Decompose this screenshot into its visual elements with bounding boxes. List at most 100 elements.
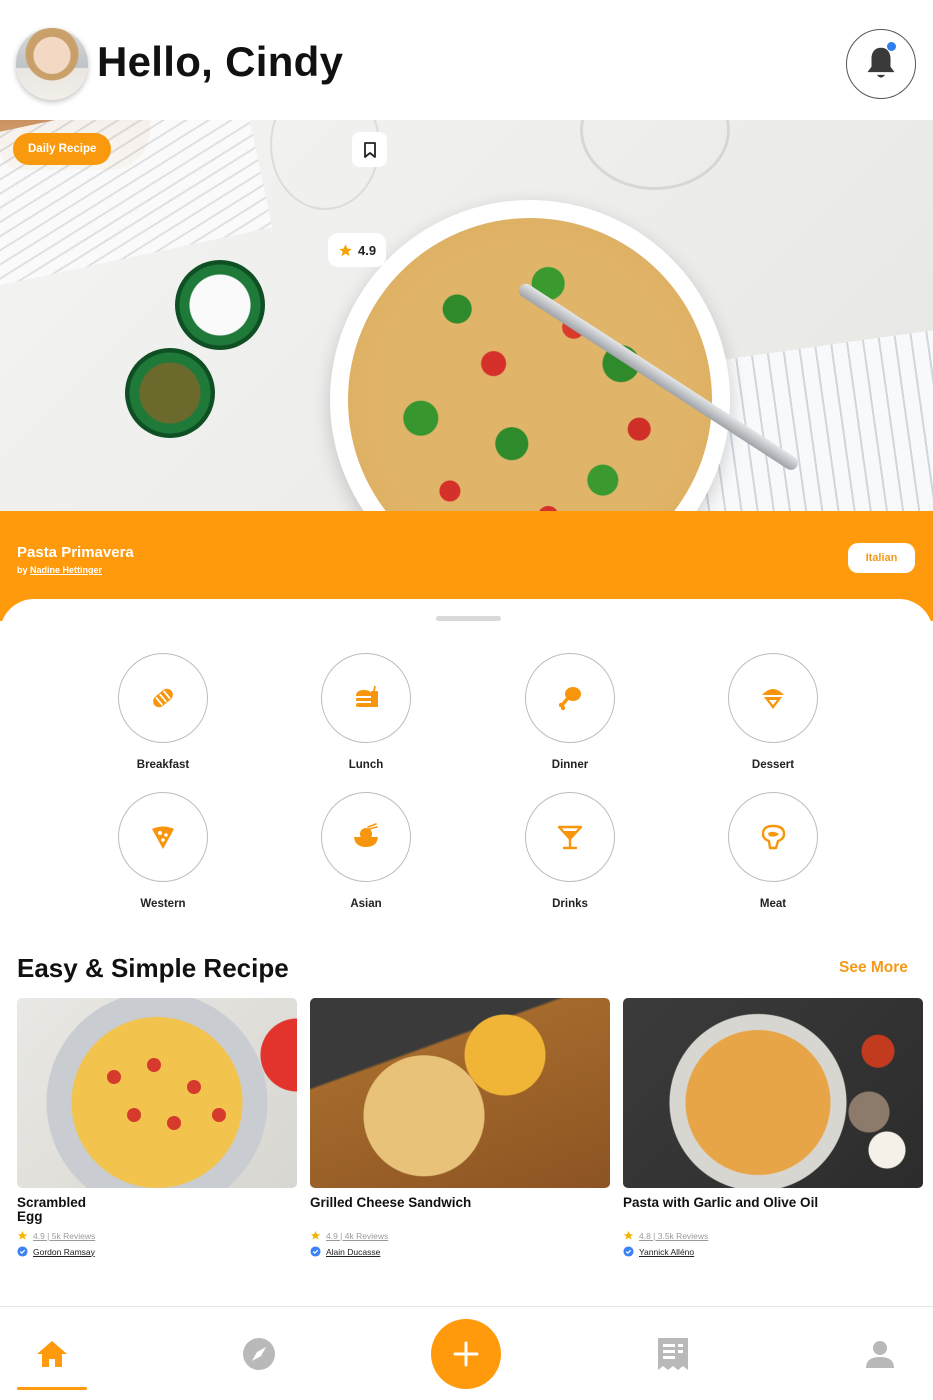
category-label: Western (140, 898, 186, 910)
category-breakfast[interactable]: Breakfast (83, 653, 243, 771)
recipe-card[interactable]: Scrambled Egg 4.9 | 5k Reviews Gordon Ra… (17, 998, 297, 1257)
category-circle[interactable] (728, 653, 818, 743)
featured-author-link[interactable]: Nadine Hettinger (30, 565, 102, 575)
spice-jar (125, 348, 215, 438)
tomato-decoration (167, 1116, 181, 1130)
rice-bowl-icon (354, 823, 378, 847)
recipe-author: Gordon Ramsay (17, 1246, 297, 1257)
recipe-rating: 4.9 | 4k Reviews (310, 1230, 610, 1241)
category-circle[interactable] (118, 792, 208, 882)
nav-explore[interactable] (224, 1307, 294, 1400)
category-label: Drinks (552, 898, 588, 910)
cocktail-icon (557, 825, 583, 850)
category-circle[interactable] (728, 792, 818, 882)
burger-icon (356, 685, 378, 707)
category-label: Asian (350, 898, 382, 910)
steak-icon (761, 824, 786, 850)
see-more-link[interactable]: See More (839, 959, 908, 977)
recipe-rating: 4.8 | 3.5k Reviews (623, 1230, 923, 1241)
category-meat[interactable]: Meat (693, 792, 853, 910)
chicken-leg-icon (558, 687, 581, 711)
category-circle[interactable] (525, 792, 615, 882)
glass-decoration (580, 120, 730, 190)
recipe-author-link[interactable]: Gordon Ramsay (33, 1247, 95, 1257)
recipe-card[interactable]: Pasta with Garlic and Olive Oil 4.8 | 3.… (623, 998, 923, 1257)
recipe-image[interactable] (310, 998, 610, 1188)
category-label: Lunch (348, 759, 384, 771)
recipe-image[interactable] (17, 998, 297, 1188)
rating-value: 4.9 (358, 242, 377, 258)
nav-recipes[interactable] (638, 1307, 708, 1400)
recipe-reviews[interactable]: 4.9 | 4k Reviews (326, 1231, 388, 1241)
receipt-icon (658, 1338, 688, 1370)
rating-pill: 4.9 (328, 233, 387, 267)
category-circle[interactable] (118, 653, 208, 743)
recipe-reviews[interactable]: 4.8 | 3.5k Reviews (639, 1231, 708, 1241)
home-icon (37, 1341, 67, 1367)
featured-recipe-title: Pasta Primavera (17, 544, 134, 561)
category-asian[interactable]: Asian (286, 792, 446, 910)
category-dessert[interactable]: Dessert (693, 653, 853, 771)
tomato-decoration (187, 1080, 201, 1094)
category-circle[interactable] (321, 792, 411, 882)
bread-icon (153, 688, 173, 708)
add-icon (453, 1341, 479, 1367)
verified-icon (17, 1246, 28, 1257)
notification-dot (887, 42, 896, 51)
profile-icon (866, 1341, 894, 1368)
section-title: Easy & Simple Recipe (17, 953, 289, 983)
notification-button[interactable] (846, 29, 916, 99)
bookmark-icon (363, 141, 376, 158)
tomato-decoration (107, 1070, 121, 1084)
recipe-author-link[interactable]: Yannick Alléno (639, 1247, 694, 1257)
star-icon (339, 243, 352, 256)
category-circle[interactable] (321, 653, 411, 743)
nav-profile[interactable] (845, 1307, 915, 1400)
bottom-nav (0, 1306, 933, 1400)
nav-active-indicator (17, 1387, 87, 1390)
compass-icon (243, 1338, 275, 1370)
recipe-author: Alain Ducasse (310, 1246, 610, 1257)
salt-jar (175, 260, 265, 350)
category-label: Dinner (551, 759, 589, 771)
tomato-decoration (127, 1108, 141, 1122)
recipe-title: Grilled Cheese Sandwich (310, 1195, 472, 1210)
avatar[interactable] (16, 28, 88, 100)
tomato-decoration (147, 1058, 161, 1072)
category-label: Breakfast (136, 759, 190, 771)
byline-prefix: by (17, 565, 28, 575)
recipe-image[interactable] (623, 998, 923, 1188)
daily-recipe-badge: Daily Recipe (13, 133, 112, 165)
recipe-reviews[interactable]: 4.9 | 5k Reviews (33, 1231, 95, 1241)
featured-recipe-byline: by Nadine Hettinger (17, 565, 102, 575)
pizza-slice-icon (152, 826, 174, 849)
verified-icon (623, 1246, 634, 1257)
add-recipe-button[interactable] (431, 1319, 501, 1389)
recipe-author: Yannick Alléno (623, 1246, 923, 1257)
ice-cream-icon (762, 689, 784, 709)
category-drinks[interactable]: Drinks (490, 792, 650, 910)
category-dinner[interactable]: Dinner (490, 653, 650, 771)
recipe-author-link[interactable]: Alain Ducasse (326, 1247, 380, 1257)
category-label: Meat (759, 898, 787, 910)
content-sheet: Breakfast Lunch Dinner Dessert Western A… (0, 599, 933, 1309)
cuisine-tag[interactable]: Italian (848, 543, 915, 573)
recipe-card[interactable]: Grilled Cheese Sandwich 4.9 | 4k Reviews… (310, 998, 610, 1257)
category-lunch[interactable]: Lunch (286, 653, 446, 771)
recipe-rating: 4.9 | 5k Reviews (17, 1230, 297, 1241)
category-western[interactable]: Western (83, 792, 243, 910)
tomato-decoration (212, 1108, 226, 1122)
verified-icon (310, 1246, 321, 1257)
app-header: Hello, Cindy (0, 0, 933, 120)
recipe-title: Pasta with Garlic and Olive Oil (623, 1195, 819, 1210)
bookmark-button[interactable] (352, 132, 387, 167)
greeting-title: Hello, Cindy (97, 38, 344, 85)
star-icon (17, 1230, 28, 1240)
hero-image[interactable]: Daily Recipe 4.9 (0, 120, 933, 512)
category-label: Dessert (751, 759, 795, 771)
recipe-title: Scrambled Egg (17, 1195, 87, 1224)
star-icon (310, 1230, 321, 1240)
drag-handle[interactable] (436, 616, 501, 621)
star-icon (623, 1230, 634, 1240)
category-circle[interactable] (525, 653, 615, 743)
